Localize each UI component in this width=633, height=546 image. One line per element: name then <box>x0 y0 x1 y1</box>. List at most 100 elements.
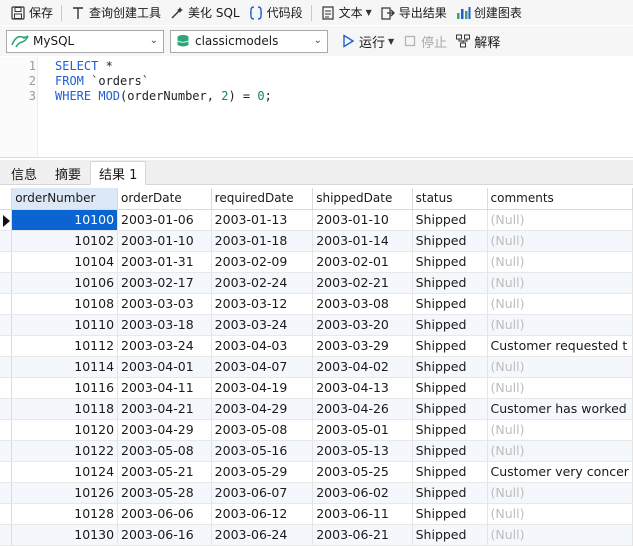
row-header[interactable] <box>0 461 13 483</box>
table-cell[interactable]: 2003-03-20 <box>312 314 413 336</box>
save-button[interactable]: 保存 <box>6 2 57 24</box>
table-cell[interactable]: Customer very concer <box>487 461 633 483</box>
table-cell[interactable]: 2003-05-29 <box>211 461 314 483</box>
table-cell[interactable]: 2003-04-29 <box>211 398 314 420</box>
table-cell[interactable]: Shipped <box>412 377 488 399</box>
table-cell[interactable]: 2003-02-24 <box>211 272 314 294</box>
table-cell[interactable]: 2003-06-12 <box>211 503 314 525</box>
table-cell[interactable]: 2003-05-08 <box>211 419 314 441</box>
table-cell[interactable]: 10116 <box>11 377 119 399</box>
table-cell[interactable]: 10104 <box>11 251 119 273</box>
table-row[interactable]: 10130 2003-06-16 2003-06-24 2003-06-21 Shipp… <box>0 524 633 546</box>
table-cell[interactable]: (Null) <box>487 272 633 294</box>
table-cell[interactable]: Shipped <box>412 335 488 357</box>
database-select[interactable]: classicmodels ⌄ <box>170 29 328 53</box>
export-results-button[interactable]: 导出结果 <box>376 2 451 24</box>
table-cell[interactable]: 2003-06-11 <box>312 503 413 525</box>
table-cell[interactable]: (Null) <box>487 419 633 441</box>
table-cell[interactable]: 2003-02-17 <box>117 272 212 294</box>
table-cell[interactable]: 2003-06-21 <box>312 524 413 546</box>
table-cell[interactable]: 10110 <box>11 314 119 336</box>
table-cell[interactable]: 2003-01-10 <box>117 230 212 252</box>
table-row[interactable]: 10120 2003-04-29 2003-05-08 2003-05-01 Shipp… <box>0 419 633 441</box>
table-cell[interactable]: 2003-03-24 <box>117 335 212 357</box>
table-cell[interactable]: 10118 <box>11 398 119 420</box>
table-cell[interactable]: 10126 <box>11 482 119 504</box>
column-header[interactable]: shippedDate <box>312 188 413 210</box>
table-cell[interactable]: (Null) <box>487 251 633 273</box>
table-cell[interactable]: Shipped <box>412 209 488 231</box>
row-header[interactable] <box>0 440 13 462</box>
text-mode-dropdown[interactable]: 文本 ▼ <box>316 2 376 24</box>
table-cell[interactable]: Shipped <box>412 419 488 441</box>
table-cell[interactable]: 2003-06-24 <box>211 524 314 546</box>
table-cell[interactable]: (Null) <box>487 209 633 231</box>
table-cell[interactable]: 10112 <box>11 335 119 357</box>
table-row[interactable]: 10110 2003-03-18 2003-03-24 2003-03-20 Shipp… <box>0 314 633 336</box>
table-row[interactable]: 10100 2003-01-06 2003-01-13 2003-01-10 Shipp… <box>0 209 633 231</box>
row-header[interactable] <box>0 314 13 336</box>
column-header[interactable]: status <box>412 188 488 210</box>
table-cell[interactable]: 2003-05-25 <box>312 461 413 483</box>
row-header[interactable] <box>0 335 13 357</box>
row-header[interactable] <box>0 272 13 294</box>
server-select[interactable]: MySQL ⌄ <box>6 29 164 53</box>
table-cell[interactable]: 2003-01-13 <box>211 209 314 231</box>
table-cell[interactable]: 2003-05-01 <box>312 419 413 441</box>
tab-info[interactable]: 信息 <box>2 162 46 184</box>
table-cell[interactable]: Shipped <box>412 272 488 294</box>
row-header[interactable] <box>0 482 13 504</box>
table-cell[interactable]: 2003-04-03 <box>211 335 314 357</box>
table-cell[interactable]: Shipped <box>412 440 488 462</box>
table-cell[interactable]: Customer requested t <box>487 335 633 357</box>
table-cell[interactable]: 2003-03-24 <box>211 314 314 336</box>
table-cell[interactable]: 2003-05-28 <box>117 482 212 504</box>
table-cell[interactable]: 10102 <box>11 230 119 252</box>
table-cell[interactable]: 2003-05-21 <box>117 461 212 483</box>
column-header[interactable]: orderDate <box>117 188 212 210</box>
table-cell[interactable]: 2003-06-16 <box>117 524 212 546</box>
table-cell[interactable]: 10106 <box>11 272 119 294</box>
table-cell[interactable]: Shipped <box>412 461 488 483</box>
table-row[interactable]: 10118 2003-04-21 2003-04-29 2003-04-26 Shipp… <box>0 398 633 420</box>
table-cell[interactable]: 2003-04-13 <box>312 377 413 399</box>
row-header[interactable] <box>0 524 13 546</box>
table-cell[interactable]: 2003-01-06 <box>117 209 212 231</box>
table-cell[interactable]: 2003-02-09 <box>211 251 314 273</box>
table-cell[interactable]: 2003-04-01 <box>117 356 212 378</box>
table-row[interactable]: 10126 2003-05-28 2003-06-07 2003-06-02 Shipp… <box>0 482 633 504</box>
table-row[interactable]: 10128 2003-06-06 2003-06-12 2003-06-11 Shipp… <box>0 503 633 525</box>
table-cell[interactable]: Shipped <box>412 482 488 504</box>
sql-editor[interactable]: 1 2 3 SELECT * FROM `orders` WHERE MOD(o… <box>0 57 633 158</box>
table-cell[interactable]: (Null) <box>487 314 633 336</box>
table-cell[interactable]: (Null) <box>487 440 633 462</box>
table-cell[interactable]: 2003-03-18 <box>117 314 212 336</box>
table-cell[interactable]: 10130 <box>11 524 119 546</box>
table-cell[interactable]: 2003-02-21 <box>312 272 413 294</box>
column-header[interactable]: orderNumber <box>11 188 119 210</box>
table-cell[interactable]: Shipped <box>412 293 488 315</box>
table-cell[interactable]: 2003-02-01 <box>312 251 413 273</box>
table-row[interactable]: 10122 2003-05-08 2003-05-16 2003-05-13 Shipp… <box>0 440 633 462</box>
table-cell[interactable]: Shipped <box>412 251 488 273</box>
table-cell[interactable]: (Null) <box>487 293 633 315</box>
table-cell[interactable]: 2003-04-29 <box>117 419 212 441</box>
table-cell[interactable]: (Null) <box>487 482 633 504</box>
table-cell[interactable]: 2003-06-02 <box>312 482 413 504</box>
table-cell[interactable]: 2003-04-19 <box>211 377 314 399</box>
table-cell[interactable]: 2003-05-08 <box>117 440 212 462</box>
table-row[interactable]: 10112 2003-03-24 2003-04-03 2003-03-29 Shipp… <box>0 335 633 357</box>
table-cell[interactable]: 10100 <box>11 209 119 231</box>
table-cell[interactable]: 10120 <box>11 419 119 441</box>
row-header[interactable] <box>0 377 13 399</box>
table-row[interactable]: 10102 2003-01-10 2003-01-18 2003-01-14 Shipp… <box>0 230 633 252</box>
tab-summary[interactable]: 摘要 <box>46 162 90 184</box>
beautify-sql-button[interactable]: 美化 SQL <box>165 2 244 24</box>
table-row[interactable]: 10114 2003-04-01 2003-04-07 2003-04-02 Shipp… <box>0 356 633 378</box>
row-header[interactable] <box>0 356 13 378</box>
table-row[interactable]: 10124 2003-05-21 2003-05-29 2003-05-25 Shipp… <box>0 461 633 483</box>
explain-button[interactable]: 解释 <box>451 30 504 52</box>
row-header[interactable] <box>0 398 13 420</box>
column-header[interactable]: comments <box>487 188 633 210</box>
create-chart-button[interactable]: 创建图表 <box>451 2 526 24</box>
